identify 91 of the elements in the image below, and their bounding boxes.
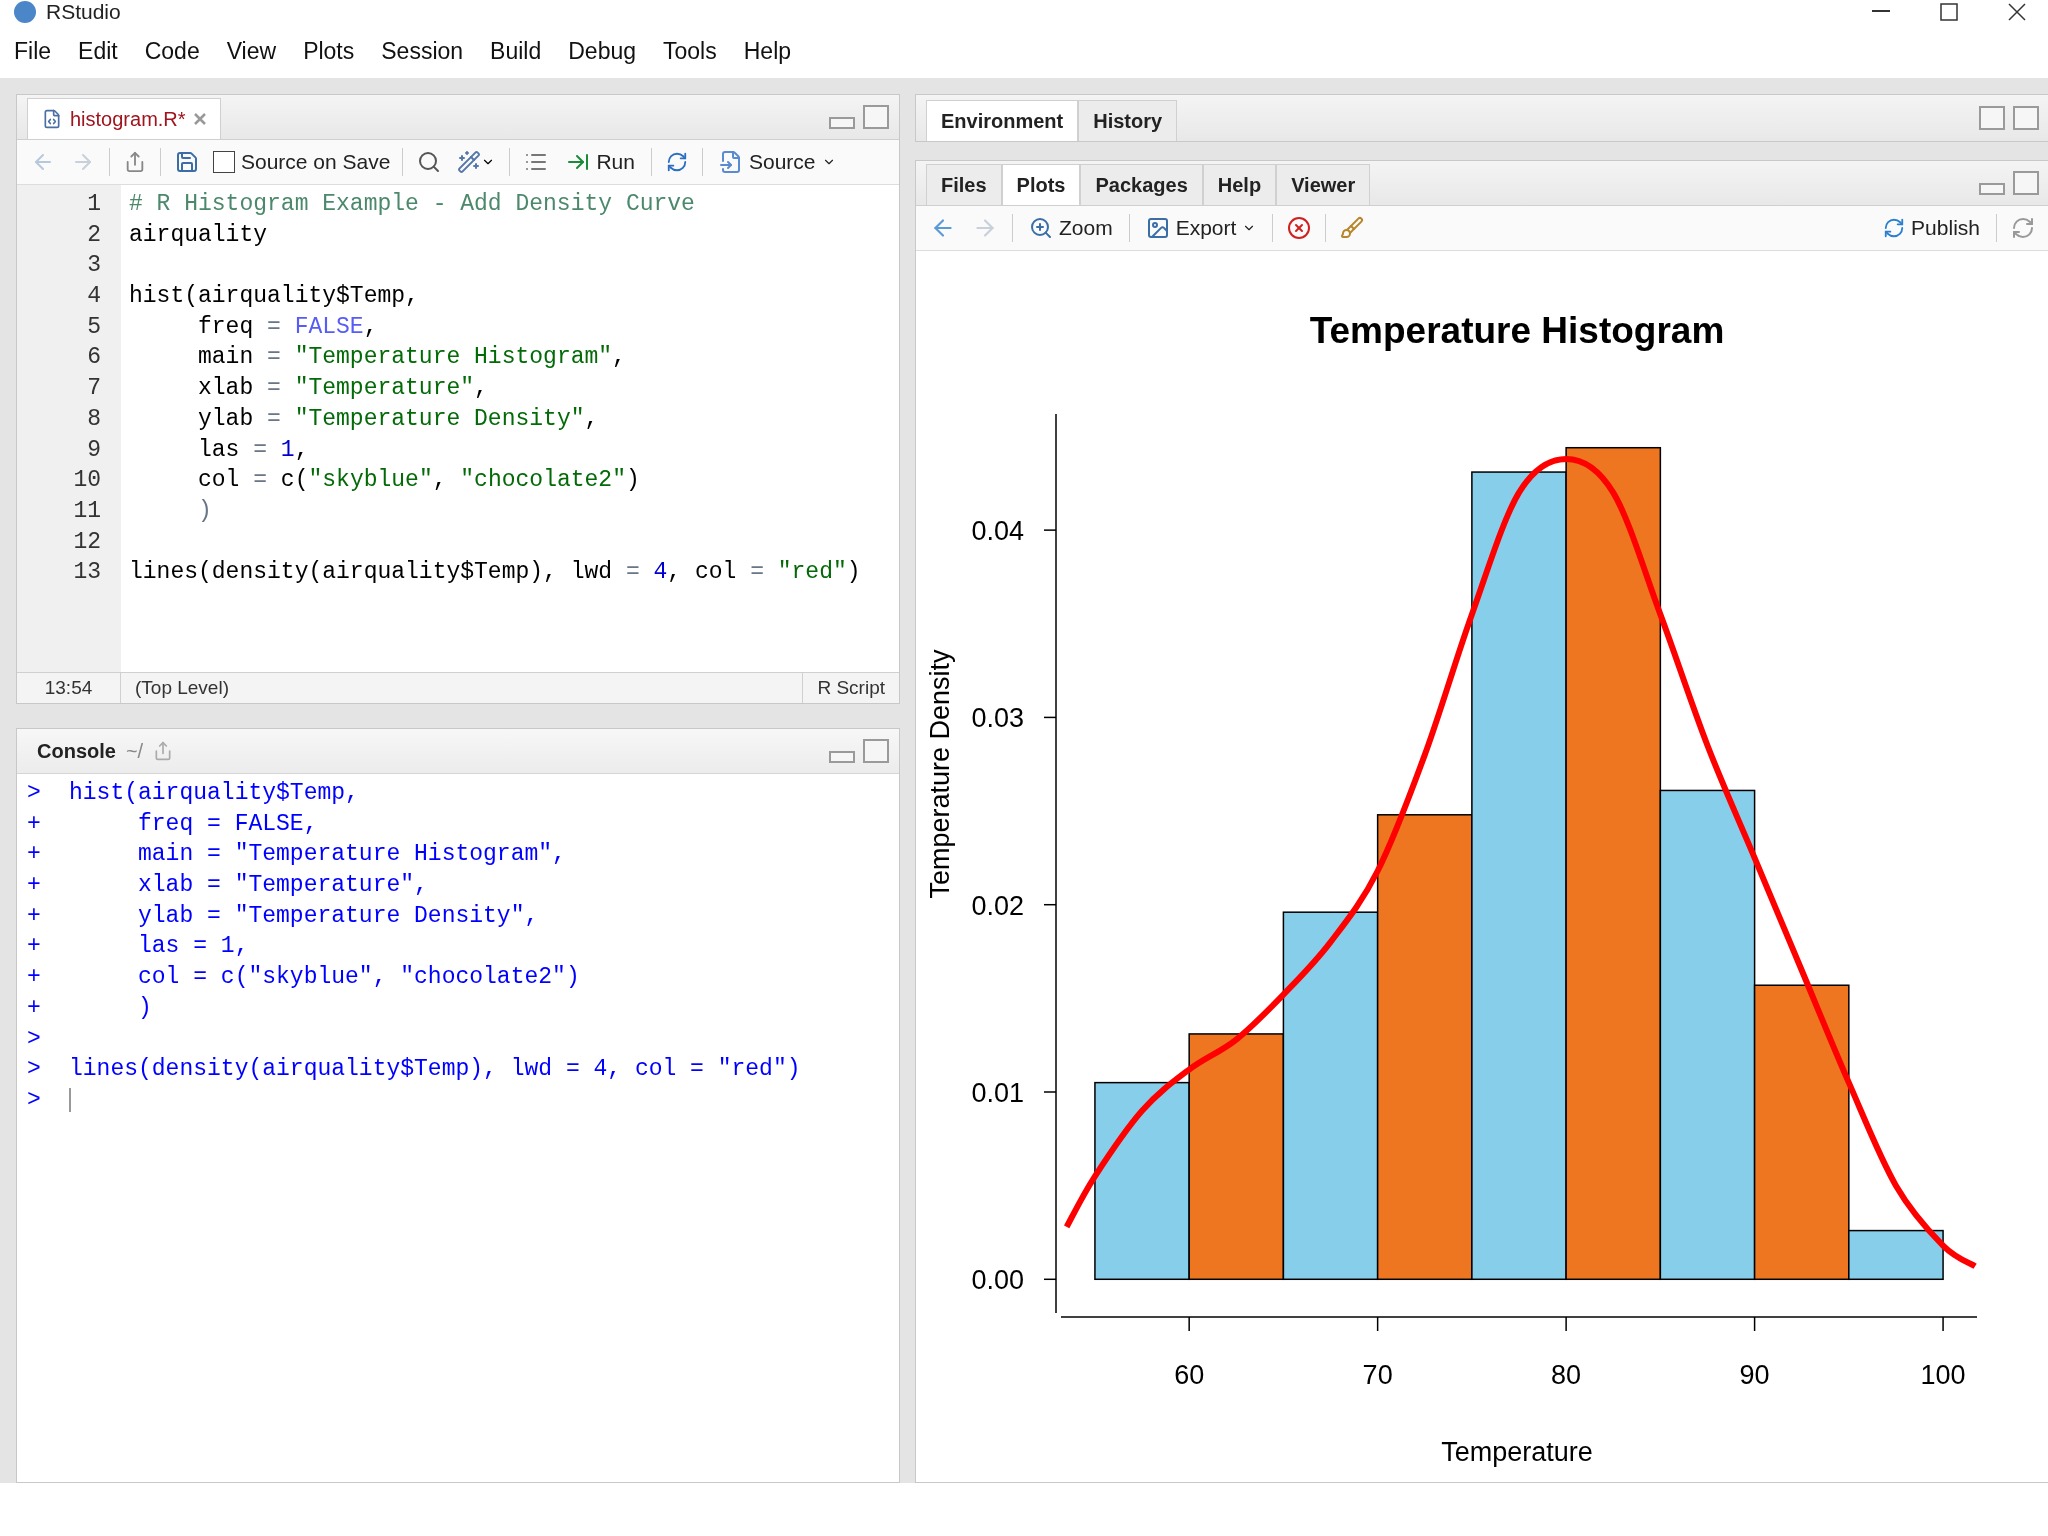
code-line: ylab = "Temperature Density", [197,404,600,434]
run-button[interactable]: Run [562,148,639,176]
line-number: 8 [86,404,102,434]
maximize-icon[interactable] [1940,3,1958,21]
image-icon [1145,216,1170,240]
export-button[interactable]: Export [1141,214,1261,242]
code-line: col = c("skyblue", "chocolate2") [197,466,641,496]
pane-tab[interactable]: Packages [1080,164,1203,205]
y-tick-label: 0.00 [971,1265,1024,1296]
menu-item[interactable]: File [14,37,52,65]
line-number: 1 [86,190,102,219]
line-number: 3 [86,251,102,281]
pane-tab[interactable]: Viewer [1276,164,1371,205]
scope-selector[interactable]: (Top Level) [121,673,804,703]
source-button[interactable]: Source [714,148,840,176]
line-number: 10 [72,466,102,496]
maximize-icon[interactable] [863,105,889,129]
x-tick-label: 60 [1174,1360,1205,1390]
console-line: + ylab = "Temperature Density", [27,901,540,931]
console-line: > hist(airquality$Temp, [27,779,360,808]
code-line: main = "Temperature Histogram", [197,343,627,373]
source-on-save-checkbox[interactable]: Source on Save [213,150,391,174]
menu-item[interactable]: Plots [303,37,355,65]
pane-tab[interactable]: History [1078,100,1178,141]
zoom-button[interactable]: Zoom [1025,214,1117,242]
pane-tab[interactable]: Plots [1001,164,1081,205]
pane-tab[interactable]: Help [1202,164,1277,205]
menu-item[interactable]: Debug [568,37,637,65]
console-line: + col = c("skyblue", "chocolate2") [27,963,581,993]
app-logo-icon [14,1,36,23]
menu-item[interactable]: Build [490,37,542,65]
maximize-icon[interactable] [2013,106,2039,130]
line-number: 13 [72,558,102,588]
console-line: + xlab = "Temperature", [27,871,429,901]
window-title: RStudio [46,0,121,24]
console-title: Console [37,739,116,763]
cursor-position: 13:54 [17,673,121,703]
y-tick-label: 0.03 [971,703,1024,734]
menu-item[interactable]: Session [381,37,464,65]
console-line: > [27,1084,899,1116]
line-number: 2 [86,220,102,250]
y-tick-label: 0.02 [971,890,1024,921]
console-line: + ) [27,993,153,1023]
close-icon[interactable] [2008,3,2026,21]
line-number: 9 [86,435,102,465]
console-line: > [27,1024,42,1054]
publish-icon [1883,217,1906,239]
editor-tab[interactable]: histogram.R* [27,98,221,139]
console-line: > lines(density(airquality$Temp), lwd = 4, col = "red") [27,1055,802,1085]
code-line: xlab = "Temperature", [197,374,489,404]
r-file-icon [42,109,62,129]
maximize-icon[interactable] [863,739,889,763]
code-line: airquality [129,220,269,250]
x-axis-label: Temperature [1441,1437,1593,1467]
x-tick-label: 100 [1920,1360,1966,1390]
magnifier-icon [1029,216,1053,240]
menu-item[interactable]: Edit [78,37,118,65]
console-line: + freq = FALSE, [27,809,319,839]
line-number: 7 [86,374,102,404]
x-tick-label: 90 [1739,1360,1770,1390]
line-number: 4 [86,282,102,312]
pane-tab[interactable]: Files [926,164,1002,205]
menu-item[interactable]: Code [144,37,200,65]
console-line: + main = "Temperature Histogram", [27,840,567,870]
line-number: 12 [72,527,102,557]
code-line: lines(density(airquality$Temp), lwd = 4, col = "red") [129,558,862,588]
x-tick-label: 80 [1551,1360,1582,1390]
y-tick-label: 0.01 [971,1078,1024,1108]
code-line: las = 1, [197,435,310,465]
line-number: 11 [72,496,102,526]
working-directory: ~/ [125,739,144,763]
menu-item[interactable]: View [226,37,277,65]
code-line: # R Histogram Example - Add Density Curve [129,190,696,219]
line-number: 5 [86,312,102,342]
line-number: 6 [86,343,102,373]
code-line: freq = FALSE, [197,312,379,342]
publish-button[interactable]: Publish [1879,214,1984,242]
menu-item[interactable]: Tools [663,37,717,65]
x-tick-label: 70 [1362,1360,1393,1390]
source-icon [718,150,743,174]
code-line: hist(airquality$Temp, [129,282,420,312]
file-type-selector[interactable]: R Script [803,673,899,703]
code-line: ) [197,496,213,526]
chart-title: Temperature Histogram [1309,310,1725,351]
y-axis-label: Temperature Density [925,649,955,899]
pane-tab[interactable]: Environment [926,100,1079,141]
y-tick-label: 0.04 [971,516,1024,547]
maximize-icon[interactable] [2013,171,2039,195]
menu-item[interactable]: Help [743,37,792,65]
console-line: + las = 1, [27,932,250,962]
minimize-icon[interactable] [1872,10,1890,14]
